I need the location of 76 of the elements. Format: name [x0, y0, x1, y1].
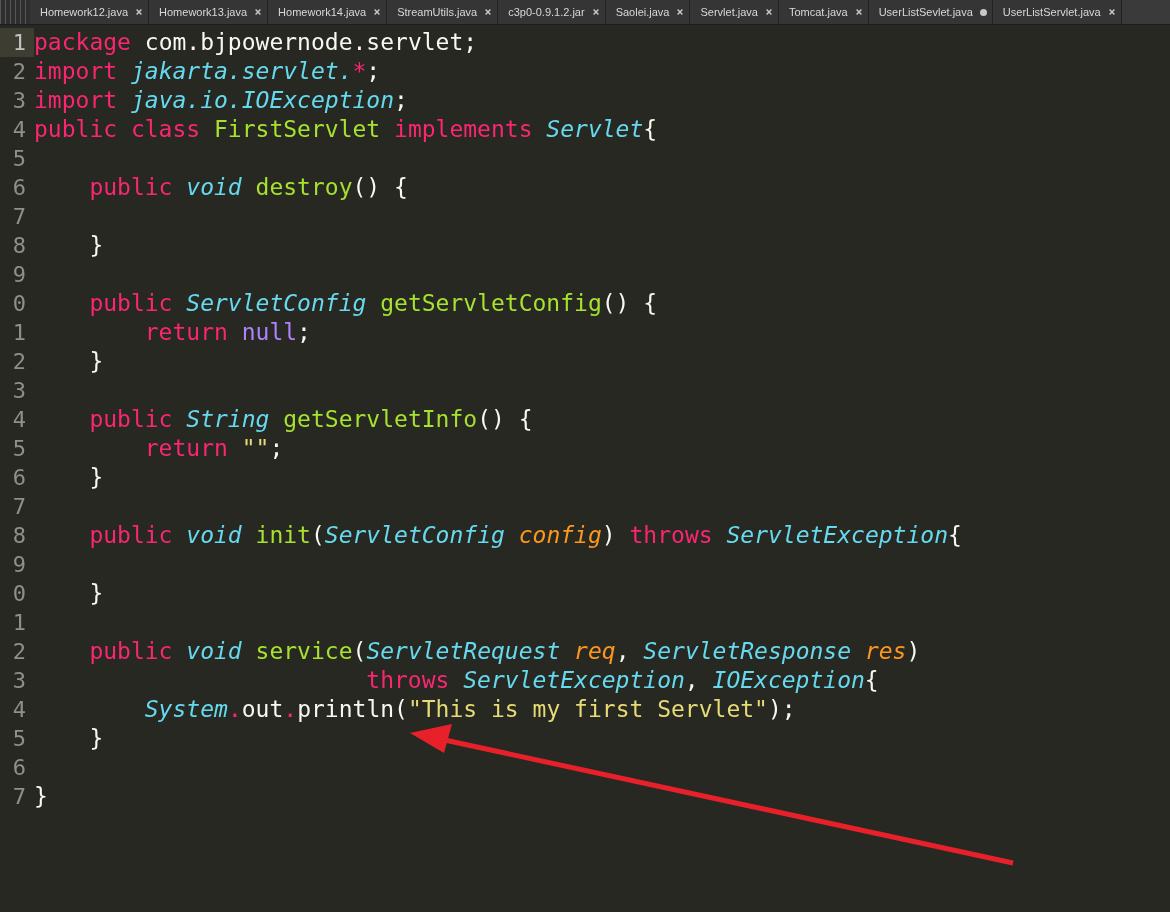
line-number: 5	[11, 435, 27, 463]
file-tab[interactable]: c3p0-0.9.1.2.jar	[498, 0, 606, 24]
close-icon[interactable]	[1107, 8, 1116, 16]
line-number: 4	[11, 406, 27, 434]
line-number: 3	[11, 377, 27, 405]
tab-label: Servlet.java	[700, 6, 758, 18]
code-line: }	[88, 579, 104, 608]
code-line: public String getServletInfo() {	[88, 405, 533, 434]
tab-label: UserListSevlet.java	[878, 6, 973, 18]
code-line: public class FirstServlet implements Servlet{	[34, 115, 658, 144]
file-tab[interactable]: Homework14.java	[268, 0, 388, 24]
code-line: throws ServletException, IOException{	[365, 666, 879, 695]
line-number: 6	[11, 464, 27, 492]
tab-label: c3p0-0.9.1.2.jar	[508, 6, 585, 18]
code-line: public void init(ServletConfig config) throws ServletException{	[88, 521, 962, 550]
code-line: }	[34, 782, 48, 811]
line-number: 7	[11, 783, 27, 811]
line-number: 1	[0, 28, 34, 57]
tab-label: StreamUtils.java	[397, 6, 478, 18]
code-line: }	[88, 347, 104, 376]
file-tab[interactable]: Saolei.java	[605, 0, 691, 24]
close-icon[interactable]	[373, 8, 382, 16]
file-tab[interactable]: Homework13.java	[149, 0, 269, 24]
file-tab[interactable]: Tomcat.java	[778, 0, 869, 24]
line-number: 8	[11, 522, 27, 550]
file-tab[interactable]: UserListSevlet.java	[868, 0, 993, 24]
line-number: 8	[11, 232, 27, 260]
close-icon[interactable]	[854, 8, 863, 16]
line-number: 4	[11, 116, 27, 144]
line-number: 7	[11, 203, 27, 231]
tab-label: Saolei.java	[615, 6, 670, 18]
code-line: public void service(ServletRequest req, ServletResponse res)	[88, 637, 921, 666]
file-tab[interactable]: StreamUtils.java	[387, 0, 499, 24]
tab-label: Homework14.java	[278, 6, 367, 18]
line-number: 5	[11, 725, 27, 753]
close-icon[interactable]	[254, 8, 263, 16]
line-number: 0	[11, 290, 27, 318]
line-number: 6	[11, 174, 27, 202]
tab-label: Homework13.java	[159, 6, 248, 18]
code-line: return "";	[143, 434, 284, 463]
code-line: package com.bjpowernode.servlet;	[34, 28, 478, 57]
grip-icon	[0, 0, 30, 24]
close-icon[interactable]	[484, 8, 493, 16]
code-line: System.out.println("This is my first Servlet");	[143, 695, 796, 724]
line-number: 3	[11, 87, 27, 115]
line-number: 2	[11, 58, 27, 86]
line-number: 5	[11, 145, 27, 173]
file-tab[interactable]: UserListServlet.java	[992, 0, 1122, 24]
line-number: 9	[11, 551, 27, 579]
close-icon[interactable]	[591, 8, 600, 16]
line-number: 0	[11, 580, 27, 608]
code-line: import jakarta.servlet.*;	[34, 57, 381, 86]
close-icon[interactable]	[676, 8, 685, 16]
line-number: 9	[11, 261, 27, 289]
code-line: import java.io.IOException;	[34, 86, 408, 115]
code-line: }	[88, 231, 104, 260]
code-line: }	[88, 724, 104, 753]
file-tab[interactable]: Servlet.java	[690, 0, 779, 24]
tab-label: UserListServlet.java	[1002, 6, 1101, 18]
line-number: 4	[11, 696, 27, 724]
line-number: 2	[11, 348, 27, 376]
close-icon[interactable]	[135, 8, 144, 16]
line-number: 6	[11, 754, 27, 782]
code-line: return null;	[143, 318, 311, 347]
line-number: 2	[11, 638, 27, 666]
line-number: 7	[11, 493, 27, 521]
close-icon[interactable]	[764, 8, 773, 16]
line-number: 3	[11, 667, 27, 695]
code-line: public ServletConfig getServletConfig() {	[88, 289, 658, 318]
tab-label: Tomcat.java	[788, 6, 848, 18]
line-number: 1	[11, 609, 27, 637]
line-number: 1	[11, 319, 27, 347]
code-line: public void destroy() {	[88, 173, 408, 202]
code-line: }	[88, 463, 104, 492]
tab-label: Homework12.java	[40, 6, 129, 18]
file-tab[interactable]: Homework12.java	[30, 0, 150, 24]
